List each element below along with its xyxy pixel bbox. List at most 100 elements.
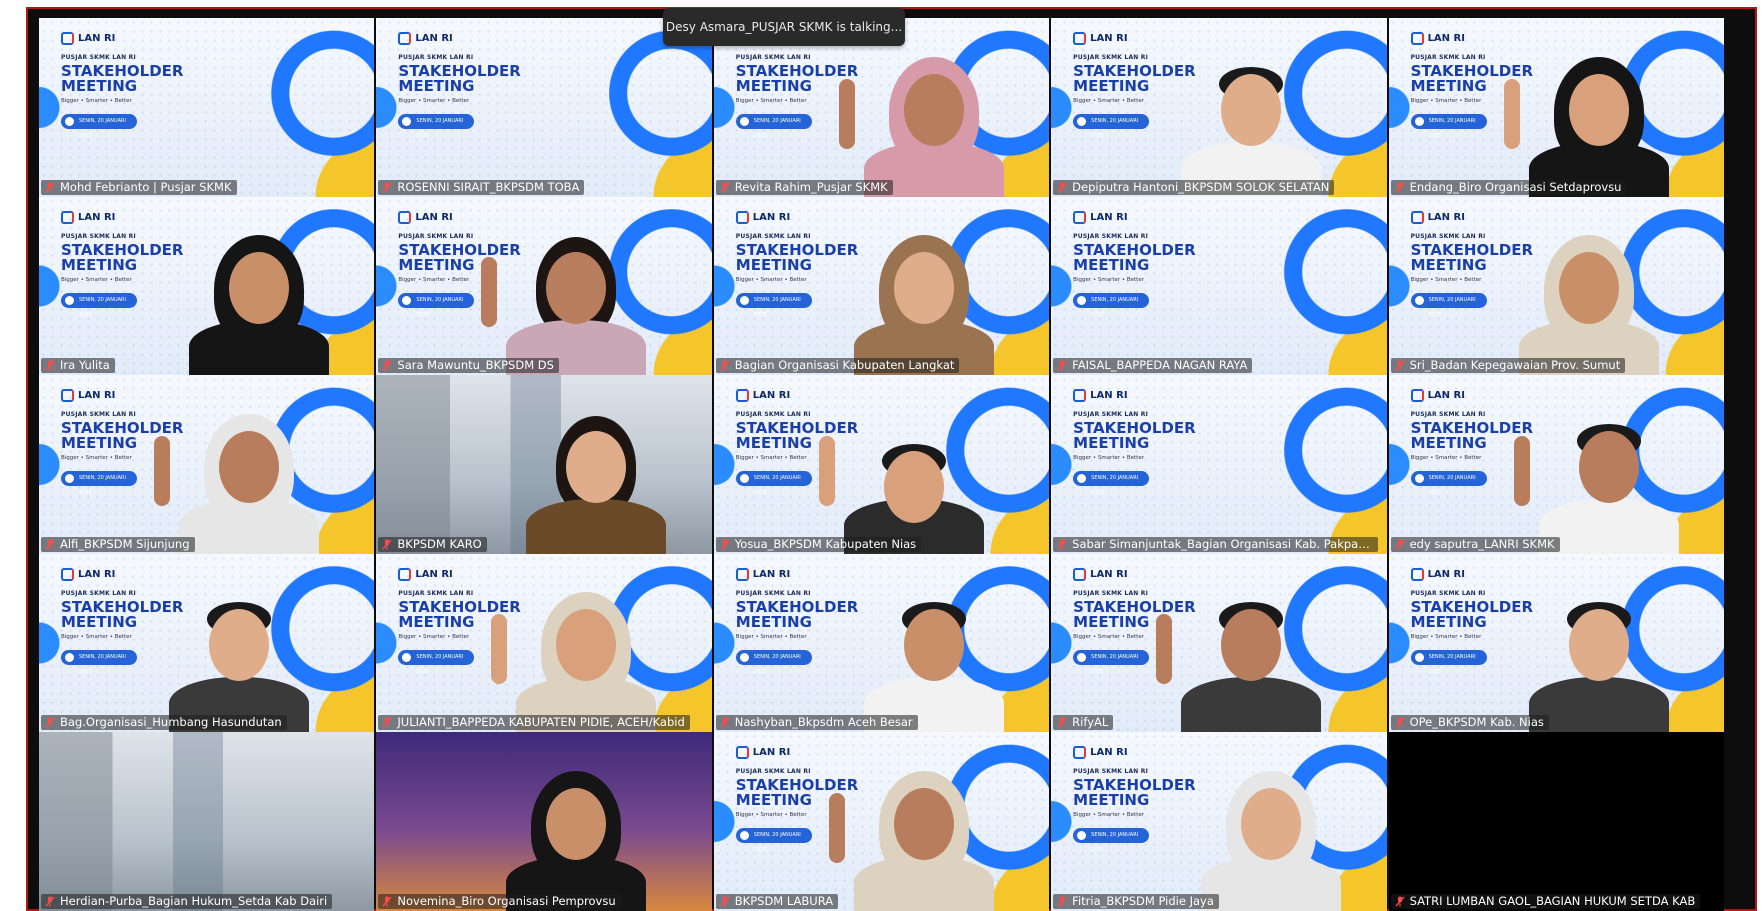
face (893, 787, 954, 860)
slide-title: STAKEHOLDER MEETING (1073, 419, 1196, 453)
logo-text: LAN RI (78, 568, 116, 580)
lanri-logo-icon (1073, 389, 1087, 403)
participant-tile[interactable]: LAN RIPUSJAR SKMK LAN RISTAKEHOLDER MEET… (713, 732, 1050, 911)
muted-mic-icon (720, 717, 730, 728)
lanri-logo-icon (61, 210, 74, 224)
torso (1538, 498, 1679, 554)
lanri-logo-icon (1073, 32, 1087, 45)
muted-mic-icon (720, 360, 730, 371)
stakeholder-slide: LAN RI PUSJAR SKMK LAN RISTAKEHOLDER MEET… (61, 32, 281, 139)
muted-mic-icon (1395, 717, 1405, 728)
raised-hand (1156, 614, 1173, 685)
participant-tile[interactable]: LAN RIPUSJAR SKMK LAN RISTAKEHOLDER MEET… (376, 553, 712, 733)
lanri-logo-icon (1410, 567, 1424, 581)
face (883, 450, 944, 523)
participant-tile[interactable]: LAN RIPUSJAR SKMK LAN RISTAKEHOLDER MEET… (1051, 18, 1387, 197)
participant-tile[interactable]: BKPSDM KARO (376, 375, 712, 554)
slide-date: SENIN, 20 JANUARI 2025 (735, 828, 812, 853)
lanri-logo: LAN RI (398, 32, 618, 45)
participant-name: FAISAL_BAPPEDA NAGAN RAYA (1053, 358, 1253, 374)
participant-video (839, 197, 1009, 376)
muted-mic-icon (45, 896, 55, 907)
muted-mic-icon (382, 896, 392, 907)
slide-date: SENIN, 20 JANUARI 2025 (398, 649, 475, 675)
participant-name: Revita Rahim_Pusjar SKMK (715, 179, 893, 195)
lanri-logo-icon (735, 567, 749, 581)
participant-tile[interactable]: Novemina_Biro Organisasi Pemprovsu (376, 732, 712, 911)
face (546, 787, 607, 860)
participant-name: Yosua_BKPSDM Kabupaten Nias (715, 536, 922, 552)
muted-mic-icon (45, 717, 55, 728)
slide-title: STAKEHOLDER MEETING (1073, 240, 1196, 274)
participant-tile[interactable]: LAN RI PUSJAR SKMK LAN RISTAKEHOLDER MEET… (376, 18, 712, 197)
participant-tile[interactable]: LAN RIPUSJAR SKMK LAN RISTAKEHOLDER MEET… (1388, 553, 1724, 733)
logo-text: LAN RI (752, 211, 791, 223)
slide-date: SENIN, 20 JANUARI 2025 (1073, 114, 1150, 139)
participant-video (1186, 733, 1356, 911)
face (1221, 73, 1282, 146)
participant-tile[interactable]: LAN RIPUSJAR SKMK LAN RISTAKEHOLDER MEET… (1388, 18, 1724, 197)
participant-tile[interactable]: SATRI LUMBAN GAOL_BAGIAN HUKUM SETDA KAB (1388, 732, 1724, 911)
participant-tile[interactable]: LAN RIPUSJAR SKMK LAN RISTAKEHOLDER MEET… (39, 553, 375, 733)
muted-mic-icon (1057, 896, 1067, 907)
raised-hand (818, 435, 835, 506)
participant-tile[interactable]: LAN RIPUSJAR SKMK LAN RISTAKEHOLDER MEET… (1051, 732, 1387, 911)
slide-date: SENIN, 20 JANUARI 2025 (61, 649, 137, 675)
participant-tile[interactable]: LAN RIPUSJAR SKMK LAN RISTAKEHOLDER MEET… (39, 18, 375, 197)
logo-text: LAN RI (78, 211, 116, 223)
participant-tile[interactable]: LAN RIPUSJAR SKMK LAN RISTAKEHOLDER MEET… (39, 375, 375, 554)
slide-date: SENIN, 20 JANUARI 2025 (1410, 471, 1487, 496)
lanri-logo-icon (1410, 32, 1424, 45)
slide-date: SENIN, 20 JANUARI 2025 (735, 114, 812, 139)
participant-tile[interactable]: LAN RIPUSJAR SKMK LAN RISTAKEHOLDER MEET… (1388, 375, 1724, 554)
face (903, 73, 964, 146)
logo-text: LAN RI (1427, 211, 1465, 223)
participant-video (828, 733, 1009, 911)
slide-title: STAKEHOLDER MEETING (398, 62, 521, 95)
participant-tile[interactable]: LAN RIPUSJAR SKMK LAN RISTAKEHOLDER MEET… (1051, 553, 1387, 733)
participant-tile[interactable]: LAN RIPUSJAR SKMK LAN RISTAKEHOLDER MEET… (1051, 375, 1387, 554)
slide-kicker: PUSJAR SKMK LAN RI (61, 54, 136, 61)
participant-tile[interactable]: LAN RIPUSJAR SKMK LAN RISTAKEHOLDER MEET… (1388, 196, 1724, 376)
slide-date: SENIN, 20 JANUARI 2025 (735, 471, 812, 496)
participant-tile[interactable]: LAN RIPUSJAR SKMK LAN RISTAKEHOLDER MEET… (713, 375, 1050, 554)
participant-tile[interactable]: LAN RI PUSJAR SKMK LAN RISTAKEHOLDER MEET… (1051, 196, 1387, 376)
torso (179, 498, 319, 554)
slide-kicker: PUSJAR SKMK LAN RI (1073, 232, 1149, 240)
participant-name: Sabar Simanjuntak_Bagian Organisasi Kab.… (1053, 536, 1379, 552)
lanri-logo-icon (398, 567, 412, 581)
face (1578, 430, 1639, 503)
face (1568, 609, 1629, 682)
participant-tile[interactable]: LAN RIPUSJAR SKMK LAN RISTAKEHOLDER MEET… (713, 553, 1050, 733)
participant-name: Alfi_BKPSDM Sijunjung (41, 536, 195, 552)
lanri-logo-icon (1073, 746, 1087, 760)
participant-video (1156, 554, 1336, 733)
torso (1181, 677, 1322, 733)
participant-tile[interactable]: LAN RIPUSJAR SKMK LAN RISTAKEHOLDER MEET… (39, 196, 375, 376)
raised-hand (838, 78, 855, 149)
slide-date: SENIN, 20 JANUARI 2025 (1073, 471, 1150, 496)
lanri-logo-icon (398, 210, 412, 224)
muted-mic-icon (45, 539, 55, 550)
logo-text: LAN RI (1090, 211, 1128, 223)
participant-tile[interactable]: LAN RIPUSJAR SKMK LAN RISTAKEHOLDER MEET… (713, 196, 1050, 376)
stakeholder-slide: LAN RI PUSJAR SKMK LAN RISTAKEHOLDER MEET… (1073, 389, 1293, 496)
logo-text: LAN RI (415, 568, 453, 580)
muted-mic-icon (382, 717, 392, 728)
participant-tile[interactable]: LAN RIPUSJAR SKMK LAN RISTAKEHOLDER MEET… (376, 196, 712, 376)
logo-text: LAN RI (1090, 390, 1128, 402)
lanri-logo-icon (1410, 389, 1424, 403)
active-speaker-toast: Desy Asmara_PUSJAR SKMK is talking... (663, 8, 905, 46)
slide-title: STAKEHOLDER MEETING (61, 62, 184, 95)
slide-kicker: PUSJAR SKMK LAN RI (398, 54, 474, 61)
muted-mic-icon (382, 360, 392, 371)
face (1558, 252, 1619, 325)
participant-video (849, 554, 1019, 733)
participant-name: edy saputra_LANRI SKMK (1390, 536, 1560, 552)
muted-mic-icon (382, 182, 392, 193)
participant-tile[interactable]: Herdian-Purba_Bagian Hukum_Setda Kab Dai… (39, 732, 375, 911)
slide-date: SENIN, 20 JANUARI 2025 (1410, 114, 1487, 139)
participant-name: RifyAL (1053, 715, 1114, 731)
participant-video (1504, 197, 1674, 376)
slide-tagline: Bigger • Smarter • Better (1073, 276, 1144, 283)
